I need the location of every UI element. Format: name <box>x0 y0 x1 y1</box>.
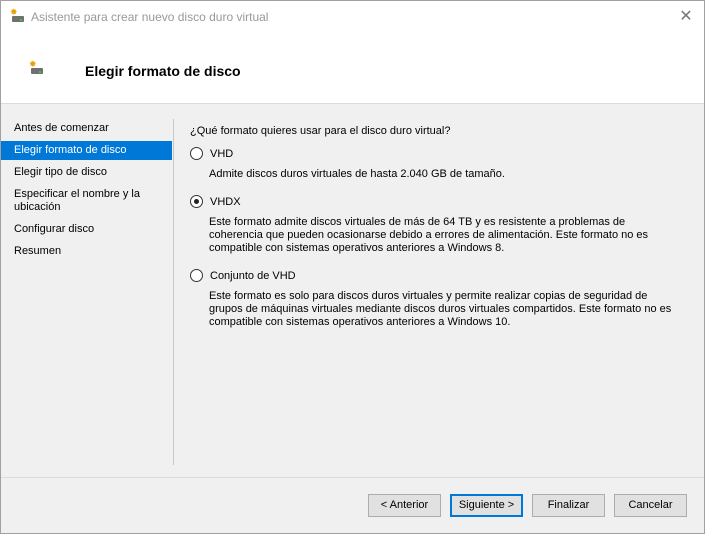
option-label: Conjunto de VHD <box>210 269 296 282</box>
option-label: VHD <box>210 147 234 160</box>
radio-vhdx[interactable]: VHDX <box>190 195 690 208</box>
footer-divider <box>1 477 704 478</box>
next-button[interactable]: Siguiente > <box>450 494 523 517</box>
previous-button[interactable]: < Anterior <box>368 494 441 517</box>
step-disk-type[interactable]: Elegir tipo de disco <box>1 163 172 182</box>
close-icon[interactable]: ✕ <box>676 6 696 26</box>
option-description: Admite discos duros virtuales de hasta 2… <box>209 168 505 180</box>
radio-button[interactable] <box>190 195 203 208</box>
window-title: Asistente para crear nuevo disco duro vi… <box>31 10 269 24</box>
step-configure-disk[interactable]: Configurar disco <box>1 220 172 239</box>
wizard-steps: Antes de comenzar Elegir formato de disc… <box>1 119 173 264</box>
format-options: ¿Qué formato quieres usar para el disco … <box>190 125 690 343</box>
radio-vhd-set[interactable]: Conjunto de VHD <box>190 269 690 282</box>
radio-button[interactable] <box>190 147 203 160</box>
question-label: ¿Qué formato quieres usar para el disco … <box>190 125 451 137</box>
option-description: Este formato es solo para discos duros v… <box>209 290 672 328</box>
step-before-start[interactable]: Antes de comenzar <box>1 119 172 138</box>
wizard-window: ✸ Asistente para crear nuevo disco duro … <box>0 0 705 534</box>
virtual-disk-icon: ✸ <box>10 7 25 23</box>
option-description: Este formato admite discos virtuales de … <box>209 216 649 254</box>
virtual-disk-icon: ✸ <box>29 59 44 75</box>
page-title: Elegir formato de disco <box>85 63 241 79</box>
radio-vhd[interactable]: VHD <box>190 147 690 160</box>
step-name-location[interactable]: Especificar el nombre y la ubicación <box>1 185 151 217</box>
title-bar: ✸ Asistente para crear nuevo disco duro … <box>1 1 704 33</box>
step-summary[interactable]: Resumen <box>1 242 172 261</box>
cancel-button[interactable]: Cancelar <box>614 494 687 517</box>
step-disk-format[interactable]: Elegir formato de disco <box>1 141 172 160</box>
finish-button[interactable]: Finalizar <box>532 494 605 517</box>
divider <box>173 119 174 465</box>
radio-button[interactable] <box>190 269 203 282</box>
wizard-header: ✸ Elegir formato de disco <box>1 33 704 104</box>
option-label: VHDX <box>210 195 241 208</box>
